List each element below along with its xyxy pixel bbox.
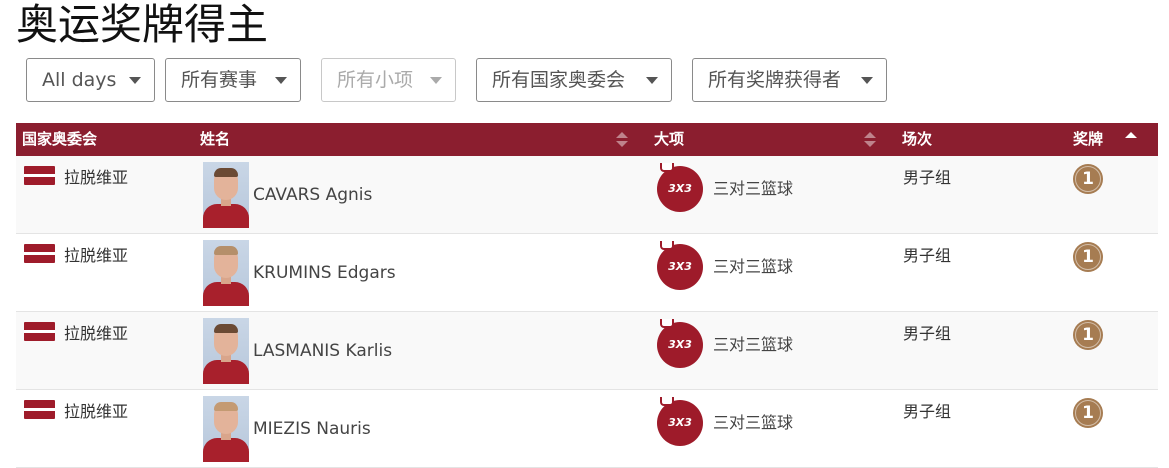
table-header: 国家奥委会 姓名 大项 场次 奖牌 [16, 123, 1158, 156]
athlete-name[interactable]: LASMANIS Karlis [253, 341, 392, 361]
sport-name: 三对三篮球 [713, 335, 794, 354]
chevron-down-icon [275, 77, 287, 84]
winners-dropdown-label: 所有奖牌获得者 [708, 69, 842, 91]
winners-dropdown[interactable]: 所有奖牌获得者 [692, 58, 887, 102]
country-name: 拉脱维亚 [64, 246, 129, 265]
sport-name: 三对三篮球 [713, 257, 794, 276]
subevents-dropdown-label: 所有小项 [337, 69, 414, 91]
3x3-basketball-icon: 3X3 [657, 397, 703, 446]
header-medal[interactable]: 奖牌 [1073, 123, 1103, 156]
athlete-photo [203, 162, 249, 228]
page-title: 奥运奖牌得主 [16, 0, 269, 49]
3x3-basketball-icon: 3X3 [657, 241, 703, 290]
bronze-medal-icon: 1 [1073, 164, 1103, 194]
athlete-name[interactable]: CAVARS Agnis [253, 185, 372, 205]
country-name: 拉脱维亚 [64, 168, 129, 187]
event-name: 男子组 [903, 402, 952, 421]
nocs-dropdown[interactable]: 所有国家奥委会 [476, 58, 672, 102]
athlete-photo [203, 240, 249, 306]
table-row[interactable]: 拉脱维亚 LASMANIS Karlis 3X3 三对三篮球 男子组 1 [16, 312, 1158, 390]
chevron-down-icon [646, 77, 658, 84]
chevron-down-icon [430, 77, 442, 84]
days-dropdown[interactable]: All days [26, 58, 155, 102]
latvia-flag-icon [24, 244, 55, 263]
sort-name-icon[interactable] [616, 132, 628, 148]
medalists-table: 拉脱维亚 CAVARS Agnis 3X3 三对三篮球 男子组 1 拉脱维亚 K… [16, 156, 1158, 468]
event-name: 男子组 [903, 324, 952, 343]
athlete-photo [203, 318, 249, 384]
days-dropdown-label: All days [42, 69, 117, 91]
nocs-dropdown-label: 所有国家奥委会 [492, 69, 626, 91]
3x3-basketball-icon: 3X3 [657, 319, 703, 368]
table-row[interactable]: 拉脱维亚 KRUMINS Edgars 3X3 三对三篮球 男子组 1 [16, 234, 1158, 312]
table-row[interactable]: 拉脱维亚 MIEZIS Nauris 3X3 三对三篮球 男子组 1 [16, 390, 1158, 468]
latvia-flag-icon [24, 166, 55, 185]
athlete-name[interactable]: KRUMINS Edgars [253, 263, 396, 283]
latvia-flag-icon [24, 400, 55, 419]
sort-sport-icon[interactable] [864, 132, 876, 148]
filter-bar: All days 所有赛事 所有小项 所有国家奥委会 所有奖牌获得者 [0, 58, 1169, 104]
sport-name: 三对三篮球 [713, 413, 794, 432]
bronze-medal-icon: 1 [1073, 398, 1103, 428]
country-name: 拉脱维亚 [64, 324, 129, 343]
header-sport[interactable]: 大项 [654, 123, 684, 156]
header-name[interactable]: 姓名 [200, 123, 230, 156]
events-dropdown-label: 所有赛事 [181, 69, 258, 91]
athlete-photo [203, 396, 249, 462]
sport-name: 三对三篮球 [713, 179, 794, 198]
bronze-medal-icon: 1 [1073, 320, 1103, 350]
event-name: 男子组 [903, 168, 952, 187]
event-name: 男子组 [903, 246, 952, 265]
table-row[interactable]: 拉脱维亚 CAVARS Agnis 3X3 三对三篮球 男子组 1 [16, 156, 1158, 234]
3x3-basketball-icon: 3X3 [657, 163, 703, 212]
latvia-flag-icon [24, 322, 55, 341]
athlete-name[interactable]: MIEZIS Nauris [253, 419, 371, 439]
sort-medal-icon[interactable] [1125, 132, 1137, 148]
events-dropdown[interactable]: 所有赛事 [165, 58, 301, 102]
chevron-down-icon [129, 77, 141, 84]
country-name: 拉脱维亚 [64, 402, 129, 421]
bronze-medal-icon: 1 [1073, 242, 1103, 272]
header-event[interactable]: 场次 [902, 123, 932, 156]
subevents-dropdown[interactable]: 所有小项 [321, 58, 456, 102]
header-noc[interactable]: 国家奥委会 [22, 123, 97, 156]
chevron-down-icon [861, 77, 873, 84]
